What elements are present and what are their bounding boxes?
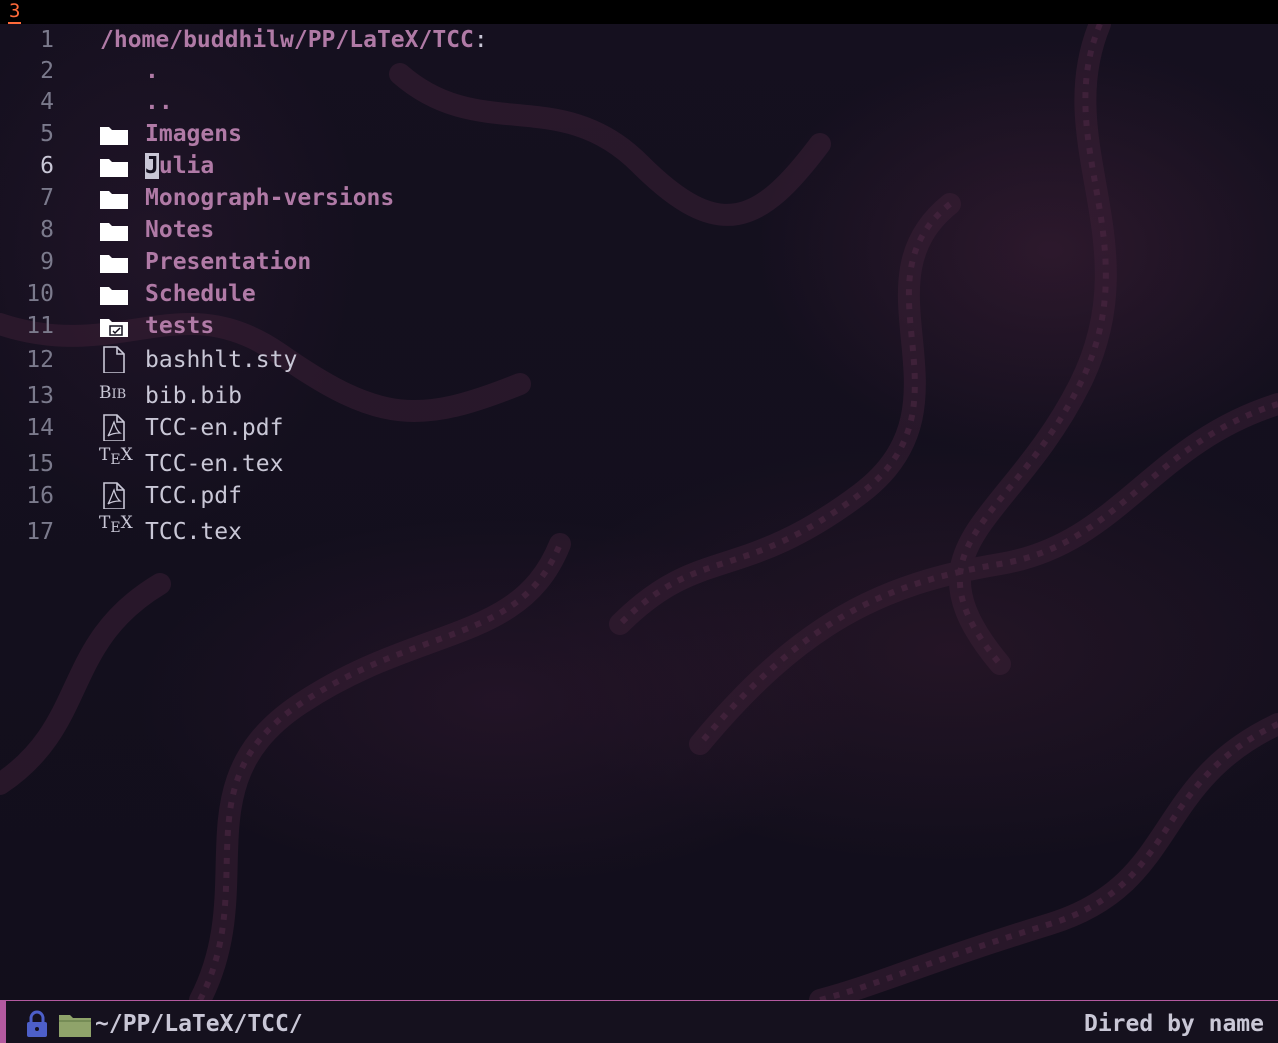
folder-icon (100, 159, 128, 177)
folder-icon (100, 191, 128, 209)
workspace-indicator[interactable]: 3 (8, 0, 22, 24)
entry-name[interactable]: Imagens (145, 118, 242, 150)
line-number: 10 (26, 281, 54, 307)
line-number: 12 (26, 347, 54, 373)
dired-row[interactable]: 13 BIB bib.bib (0, 380, 800, 412)
directory-path: /home/buddhilw/PP/LaTeX/TCC: (100, 27, 488, 53)
folder-icon (100, 255, 128, 273)
text-cursor: J (145, 153, 159, 179)
line-number: 2 (40, 58, 54, 84)
line-number: 5 (40, 121, 54, 147)
dired-header-row: 1 /home/buddhilw/PP/LaTeX/TCC: (0, 24, 800, 56)
pdf-icon (103, 414, 125, 441)
mode-line: ~/PP/LaTeX/TCC/ Dired by name (0, 1000, 1278, 1043)
dired-row[interactable]: 5 Imagens (0, 118, 800, 150)
buffer-path: ~/PP/LaTeX/TCC/ (95, 1011, 303, 1037)
bibtex-icon: BIB (99, 383, 127, 403)
dired-row[interactable]: 15 TEX TCC-en.tex (0, 445, 800, 480)
entry-name[interactable]: bib.bib (145, 380, 242, 412)
test-folder-icon (100, 319, 128, 337)
entry-name[interactable]: TCC-en.pdf (145, 412, 283, 444)
line-number: 8 (40, 217, 54, 243)
dired-row[interactable]: 7 Monograph-versions (0, 182, 800, 214)
dired-row[interactable]: 10 Schedule (0, 278, 800, 310)
tex-icon: TEX (99, 513, 133, 536)
line-number: 15 (26, 451, 54, 477)
entry-name[interactable]: Schedule (145, 278, 256, 310)
dired-row[interactable]: 11 tests (0, 310, 800, 342)
entry-name[interactable]: TCC.tex (145, 516, 242, 548)
active-window-indicator (0, 1001, 6, 1043)
entry-name[interactable]: Presentation (145, 246, 311, 278)
entry-name[interactable]: Notes (145, 214, 214, 246)
dired-row[interactable]: 16 TCC.pdf (0, 480, 800, 512)
entry-name[interactable]: tests (145, 310, 214, 342)
line-number: 16 (26, 483, 54, 509)
dired-row[interactable]: 14 TCC-en.pdf (0, 412, 800, 444)
file-icon (103, 346, 125, 373)
dired-row[interactable]: 8 Notes (0, 214, 800, 246)
lock-icon[interactable] (25, 1010, 49, 1038)
entry-name-with-cursor[interactable]: Julia (145, 150, 214, 182)
entry-name[interactable]: TCC-en.tex (145, 448, 283, 480)
line-number: 9 (40, 249, 54, 275)
pdf-icon (103, 482, 125, 509)
parent-dir-entry[interactable]: .. (145, 86, 173, 118)
dired-row[interactable]: 17 TEX TCC.tex (0, 513, 800, 548)
folder-icon (100, 127, 128, 145)
folder-icon (100, 223, 128, 241)
emacs-frame: 3 1 /home/buddhilw/PP/LaTeX/TCC: 2 . 4 .… (0, 0, 1278, 1043)
top-bar: 3 (0, 0, 1278, 24)
line-number: 4 (40, 89, 54, 115)
folder-icon (59, 1015, 91, 1037)
dired-row[interactable]: 9 Presentation (0, 246, 800, 278)
entry-name[interactable]: bashhlt.sty (145, 344, 297, 376)
line-number: 6 (40, 153, 54, 179)
dired-row-dot[interactable]: 2 . (0, 55, 800, 87)
entry-name[interactable]: TCC.pdf (145, 480, 242, 512)
dot-entry[interactable]: . (145, 55, 159, 87)
dired-row-dotdot[interactable]: 4 .. (0, 86, 800, 118)
major-mode[interactable]: Dired by name (1084, 1008, 1264, 1040)
line-number: 14 (26, 415, 54, 441)
line-number: 11 (26, 313, 54, 339)
tex-icon: TEX (99, 445, 133, 468)
folder-icon (100, 287, 128, 305)
line-number: 13 (26, 383, 54, 409)
entry-name[interactable]: Monograph-versions (145, 182, 394, 214)
line-number: 7 (40, 185, 54, 211)
dired-row[interactable]: 6 Julia (0, 150, 800, 182)
dired-row[interactable]: 12 bashhlt.sty (0, 344, 800, 376)
line-number: 1 (40, 27, 54, 53)
line-number: 17 (26, 519, 54, 545)
